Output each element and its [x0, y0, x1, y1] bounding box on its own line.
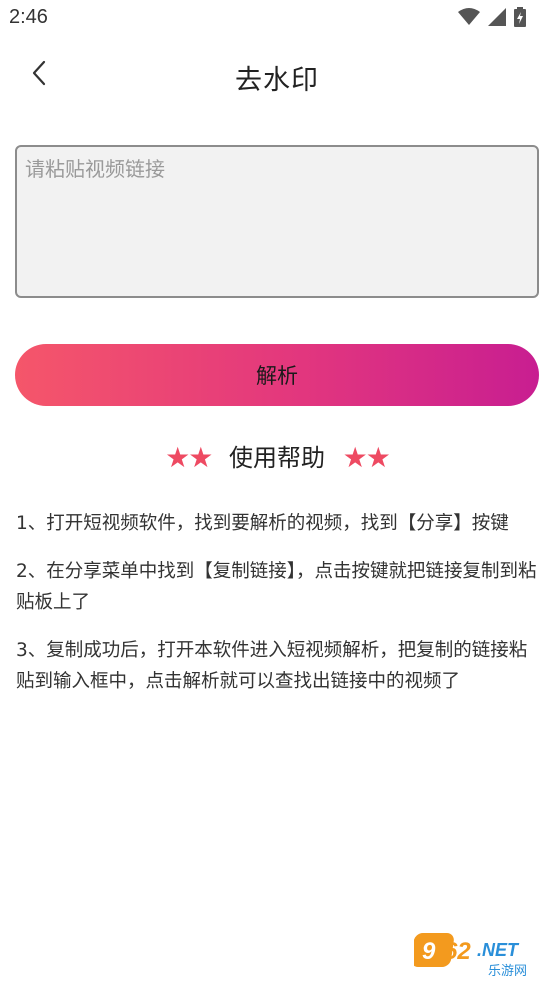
battery-charging-icon: [514, 7, 526, 31]
help-step-1: 1、打开短视频软件，找到要解析的视频，找到【分享】按键: [16, 513, 509, 534]
parse-button-label: 解析: [256, 364, 298, 388]
watermark-logo: 9 62 .NET 乐游网: [411, 932, 548, 979]
svg-text:62: 62: [444, 938, 471, 965]
svg-text:9: 9: [422, 938, 436, 965]
help-step-3: 3、复制成功后，打开本软件进入短视频解析，把复制的链接粘贴到输入框中，点击解析就…: [16, 640, 528, 692]
help-step-2: 2、在分享菜单中找到【复制链接】，点击按键就把链接复制到粘贴板上了: [16, 561, 537, 613]
svg-text:.NET: .NET: [477, 940, 520, 960]
status-time: 2:46: [9, 6, 48, 28]
cellular-signal-icon: [488, 8, 506, 30]
help-title: 使用帮助: [229, 444, 325, 472]
star-icon: ★★: [165, 441, 213, 474]
video-url-input[interactable]: [15, 145, 539, 298]
wifi-icon: [458, 8, 480, 30]
parse-button[interactable]: 解析: [15, 344, 539, 406]
status-bar: 2:46: [0, 0, 554, 38]
star-icon: ★★: [342, 441, 391, 474]
screen: 2:46 去水印 请粘贴视频链接 解析 ★★ 使用帮助 ★★ 1、打开短视频软件…: [0, 0, 554, 984]
help-steps: 1、打开短视频软件，找到要解析的视频，找到【分享】按键 2、在分享菜单中找到【复…: [16, 508, 538, 714]
help-heading: ★★ 使用帮助 ★★: [0, 438, 554, 474]
page-title: 去水印: [235, 65, 319, 96]
svg-text:乐游网: 乐游网: [488, 964, 527, 978]
header: 去水印: [0, 38, 554, 114]
status-icons: [458, 7, 526, 31]
